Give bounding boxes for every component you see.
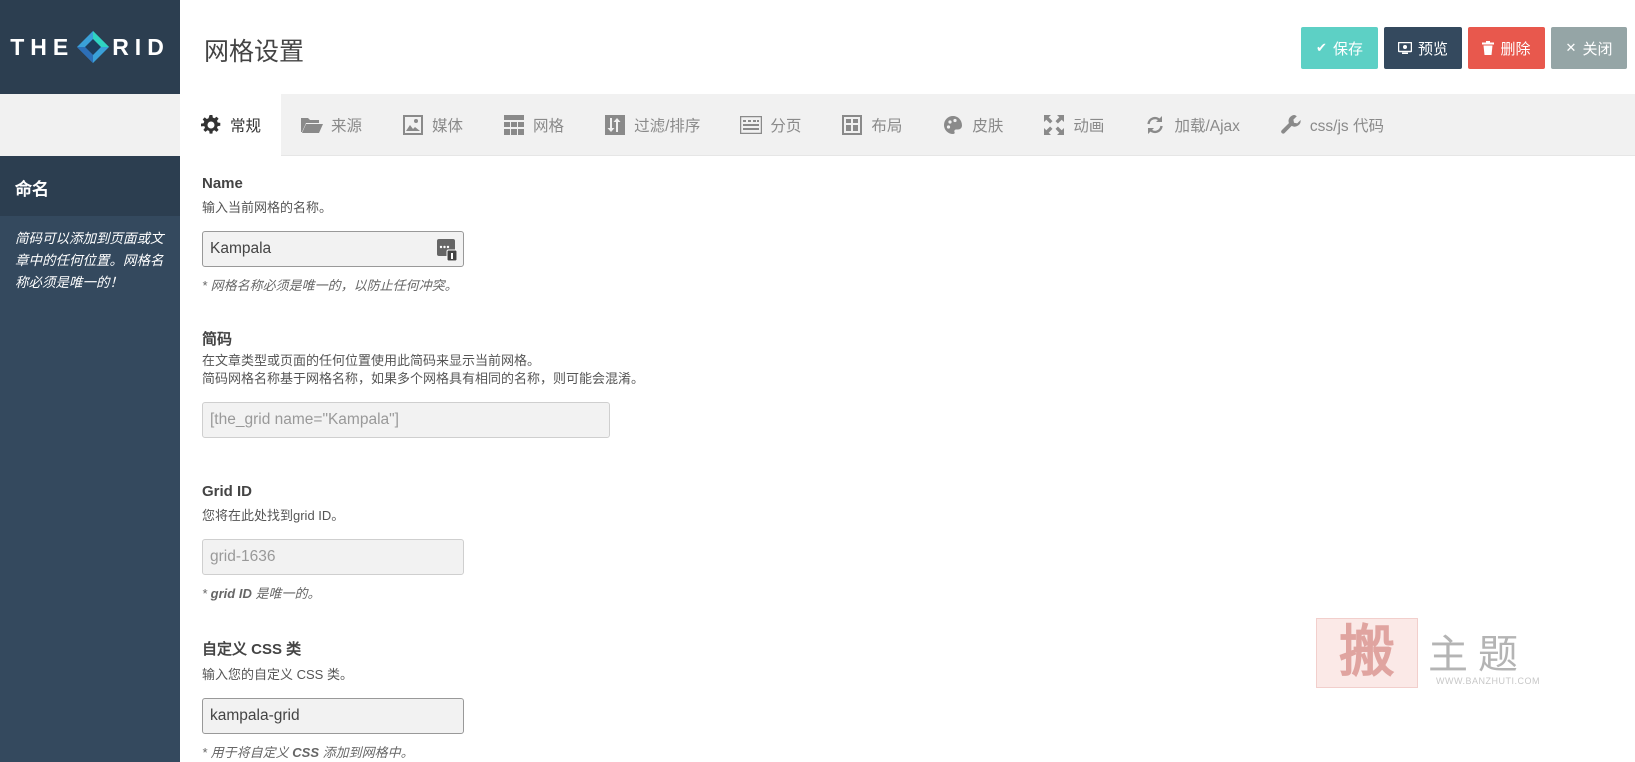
css-class-note-suffix: 添加到网格中。: [319, 745, 414, 760]
name-field-group: Name 输入当前网格的名称。 Kampala * 网格名称必须是唯一的，以防止…: [202, 175, 464, 294]
watermark-url: WWW.BANZHUTI.COM: [1436, 676, 1540, 686]
image-icon: [402, 114, 424, 136]
shortcode-field-group: 简码 在文章类型或页面的任何位置使用此简码来显示当前网格。 简码网格名称基于网格…: [202, 328, 644, 438]
grid-id-input[interactable]: grid-1636: [202, 539, 464, 575]
name-label: Name: [202, 175, 243, 192]
name-input-value: Kampala: [210, 240, 272, 257]
tab-label: 分页: [770, 118, 802, 135]
tab-source[interactable]: 来源: [281, 94, 382, 156]
folder-icon: [301, 114, 324, 136]
tab-label: 皮肤: [972, 118, 1004, 135]
watermark-seal: 搬: [1316, 618, 1418, 688]
layout-icon: [841, 114, 863, 136]
grid-icon: [503, 114, 525, 136]
name-input[interactable]: Kampala: [202, 231, 464, 267]
close-icon: ✕: [1565, 40, 1577, 55]
delete-button-label: 删除: [1500, 40, 1531, 58]
input-autofill-icon[interactable]: [437, 239, 457, 261]
css-class-input[interactable]: kampala-grid: [202, 698, 464, 734]
grid-id-note-prefix: *: [202, 586, 211, 601]
tab-label: 布局: [871, 118, 903, 135]
css-class-input-value: kampala-grid: [210, 707, 300, 724]
delete-button[interactable]: 删除: [1468, 27, 1545, 69]
watermark: 搬 主题 WWW.BANZHUTI.COM: [1316, 618, 1546, 694]
shortcode-label: 简码: [202, 331, 233, 348]
css-class-label: 自定义 CSS 类: [202, 641, 302, 658]
tab-label: css/js 代码: [1309, 118, 1384, 135]
trash-icon: [1482, 41, 1495, 55]
tab-animation[interactable]: 动画: [1023, 94, 1124, 156]
shortcode-input-value: [the_grid name="Kampala"]: [210, 411, 399, 428]
close-button[interactable]: ✕ 关闭: [1551, 27, 1627, 69]
tab-label: 过滤/排序: [634, 118, 701, 135]
name-description: 输入当前网格的名称。: [202, 200, 333, 215]
watermark-text: 主题: [1428, 632, 1528, 678]
tab-label: 常规: [230, 118, 262, 135]
css-class-field-group: 自定义 CSS 类 输入您的自定义 CSS 类。 kampala-grid * …: [202, 638, 464, 761]
sort-icon: [604, 114, 626, 136]
page-title: 网格设置: [204, 38, 305, 66]
logo-text-left: THE: [10, 33, 75, 60]
shortcode-input[interactable]: [the_grid name="Kampala"]: [202, 402, 610, 438]
sidebar: 命名 简码可以添加到页面或文章中的任何位置。网格名称必须是唯一的！: [0, 156, 180, 762]
sidebar-description: 简码可以添加到页面或文章中的任何位置。网格名称必须是唯一的！: [15, 231, 164, 290]
preview-button-label: 预览: [1417, 40, 1448, 58]
sidebar-title: 命名: [0, 156, 180, 216]
tab-label: 媒体: [432, 118, 464, 135]
tab-layout[interactable]: 布局: [821, 94, 922, 156]
tab-label: 动画: [1073, 118, 1105, 135]
tab-css-js-code[interactable]: css/js 代码: [1260, 94, 1404, 156]
grid-id-note-bold: grid ID: [210, 586, 252, 601]
expand-arrows-icon: [1043, 114, 1065, 136]
save-button[interactable]: ✔ 保存: [1301, 27, 1378, 69]
pagination-icon: [740, 114, 763, 136]
tab-media[interactable]: 媒体: [382, 94, 483, 156]
wrench-icon: [1280, 114, 1302, 136]
tab-general[interactable]: 常规: [180, 94, 282, 156]
tab-pagination[interactable]: 分页: [720, 94, 821, 156]
css-class-note: * 用于将自定义 CSS 添加到网格中。: [202, 742, 464, 761]
tab-label: 来源: [331, 118, 363, 135]
gear-icon: [200, 114, 222, 136]
header: 网格设置 ✔ 保存 预览 删除 ✕ 关闭: [180, 0, 1635, 94]
tab-label: 网格: [533, 118, 565, 135]
tab-filter-sort[interactable]: 过滤/排序: [584, 94, 720, 156]
sidebar-gap: [0, 94, 180, 156]
grid-id-field-group: Grid ID 您将在此处找到grid ID。 grid-1636 * grid…: [202, 483, 464, 602]
logo-mark-icon: [77, 31, 110, 63]
grid-id-description: 您将在此处找到grid ID。: [202, 508, 345, 523]
tab-grid[interactable]: 网格: [483, 94, 584, 156]
logo-text-right: RID: [112, 33, 170, 60]
grid-id-label: Grid ID: [202, 483, 253, 500]
grid-id-note: * grid ID 是唯一的。: [202, 583, 464, 602]
preview-button[interactable]: 预览: [1384, 27, 1462, 69]
css-class-note-bold: CSS: [292, 745, 320, 760]
grid-id-note-suffix: 是唯一的。: [251, 586, 321, 601]
check-icon: ✔: [1316, 40, 1327, 55]
refresh-icon: [1144, 114, 1166, 136]
name-note: * 网格名称必须是唯一的，以防止任何冲突。: [202, 278, 458, 293]
settings-tabs: 常规 来源 媒体 网格 过滤/排序 分页 布局 皮肤 动画 加载/Ajax cs…: [180, 94, 1635, 156]
close-button-label: 关闭: [1582, 40, 1613, 58]
preview-icon: [1397, 42, 1412, 54]
save-button-label: 保存: [1332, 40, 1363, 58]
the-grid-logo: THE RID: [0, 0, 180, 94]
css-class-description: 输入您的自定义 CSS 类。: [202, 667, 353, 682]
palette-icon: [942, 114, 964, 136]
shortcode-description-line-1: 在文章类型或页面的任何位置使用此简码来显示当前网格。: [202, 353, 541, 368]
tab-ajax[interactable]: 加载/Ajax: [1124, 94, 1259, 156]
grid-id-input-value: grid-1636: [210, 548, 276, 565]
shortcode-description: 在文章类型或页面的任何位置使用此简码来显示当前网格。 简码网格名称基于网格名称，…: [202, 352, 644, 388]
tab-label: 加载/Ajax: [1174, 118, 1240, 135]
shortcode-description-line-2: 简码网格名称基于网格名称，如果多个网格具有相同的名称，则可能会混淆。: [202, 371, 645, 386]
tab-skin[interactable]: 皮肤: [922, 94, 1023, 156]
css-class-note-prefix: * 用于将自定义: [202, 745, 293, 760]
